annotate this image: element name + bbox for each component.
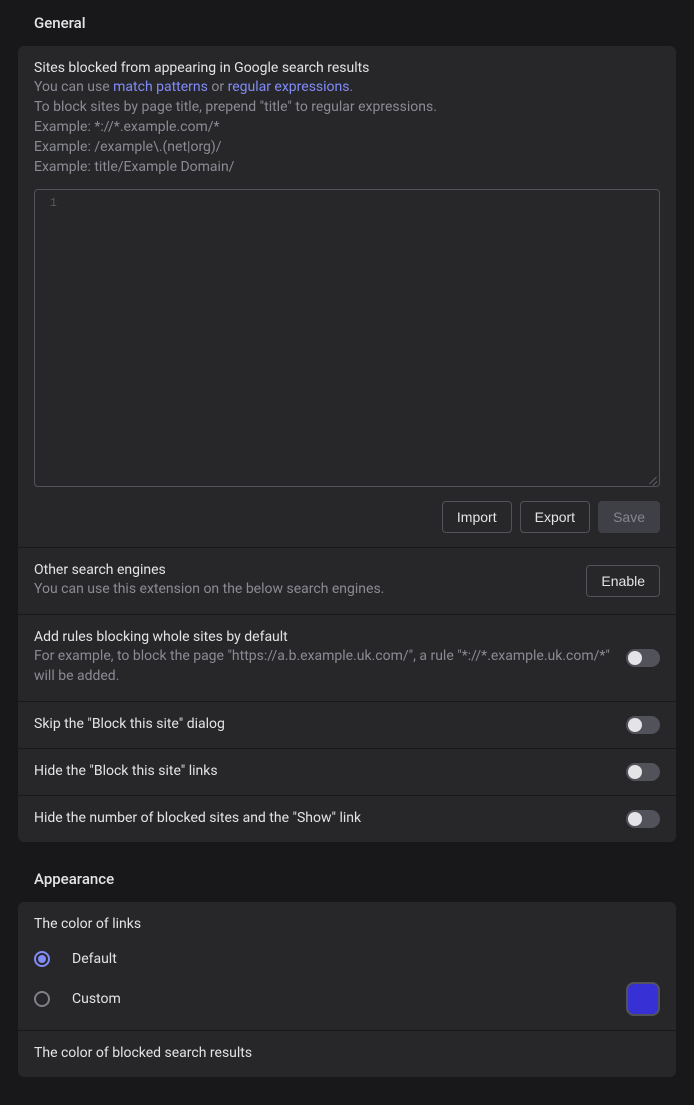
link-color-swatch[interactable] [626,982,660,1016]
hide-count-panel: Hide the number of blocked sites and the… [18,796,676,842]
help-title-line: To block sites by page title, prepend "t… [34,98,660,118]
hide-links-toggle[interactable] [626,763,660,781]
block-sites-panel: Sites blocked from appearing in Google s… [18,46,676,548]
regular-expressions-link[interactable]: regular expressions [228,79,350,95]
link-color-default-row: Default [34,942,660,976]
skip-dialog-panel: Skip the "Block this site" dialog [18,702,676,749]
hide-links-panel: Hide the "Block this site" links [18,749,676,796]
whole-sites-title: Add rules blocking whole sites by defaul… [34,629,610,645]
rules-textarea[interactable] [63,190,659,486]
rules-editor: 1 [34,189,660,487]
link-color-custom-row: Custom [34,982,660,1016]
editor-button-row: Import Export Save [34,501,660,533]
link-color-title: The color of links [34,916,660,932]
link-color-custom-label: Custom [72,991,604,1007]
skip-dialog-toggle[interactable] [626,716,660,734]
match-patterns-link[interactable]: match patterns [113,79,208,95]
editor-line-number: 1 [35,190,63,486]
other-engines-sub: You can use this extension on the below … [34,580,570,600]
help-text: or [208,79,228,95]
enable-other-engines-button[interactable]: Enable [586,565,660,597]
link-color-panel: The color of links Default Custom [18,902,676,1031]
other-engines-title: Other search engines [34,562,570,578]
export-button[interactable]: Export [520,501,590,533]
whole-sites-panel: Add rules blocking whole sites by defaul… [18,615,676,702]
resize-handle-icon[interactable] [647,474,657,484]
help-text: . [350,79,354,95]
block-sites-help: You can use match patterns or regular ex… [34,78,660,98]
other-engines-panel: Other search engines You can use this ex… [18,548,676,615]
hide-links-title: Hide the "Block this site" links [34,763,610,779]
block-sites-title: Sites blocked from appearing in Google s… [34,60,660,76]
skip-dialog-title: Skip the "Block this site" dialog [34,716,610,732]
link-color-default-radio[interactable] [34,951,50,967]
section-heading-general: General [34,14,676,32]
section-heading-appearance: Appearance [34,870,676,888]
hide-count-title: Hide the number of blocked sites and the… [34,810,610,826]
hide-count-toggle[interactable] [626,810,660,828]
example-line-3: Example: title/Example Domain/ [34,158,660,178]
import-button[interactable]: Import [442,501,512,533]
example-line-2: Example: /example\.(net|org)/ [34,138,660,158]
general-card: Sites blocked from appearing in Google s… [18,46,676,842]
whole-sites-toggle[interactable] [626,649,660,667]
blocked-color-panel: The color of blocked search results [18,1031,676,1077]
help-text: You can use [34,79,113,95]
link-color-custom-radio[interactable] [34,991,50,1007]
example-line-1: Example: *://*.example.com/* [34,118,660,138]
appearance-card: The color of links Default Custom The co… [18,902,676,1077]
whole-sites-sub: For example, to block the page "https://… [34,647,610,687]
link-color-default-label: Default [72,951,660,967]
save-button: Save [598,501,660,533]
blocked-color-title: The color of blocked search results [34,1045,660,1061]
